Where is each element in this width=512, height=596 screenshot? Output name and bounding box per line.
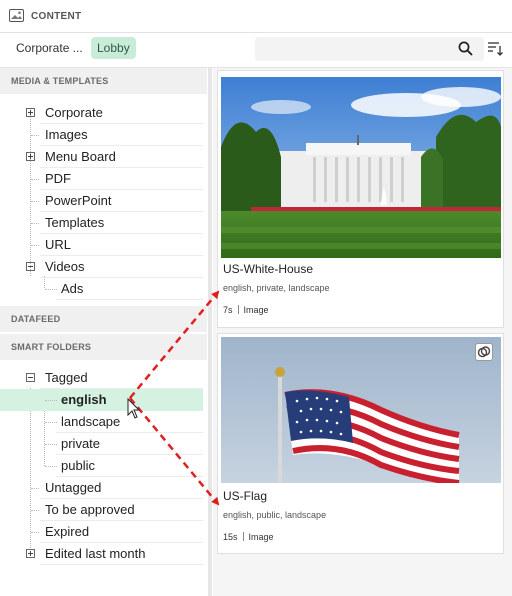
content-header: CONTENT — [0, 0, 512, 33]
section-title: MEDIA & TEMPLATES — [11, 76, 109, 86]
tree-line — [31, 510, 39, 511]
card-duration: 7s — [223, 305, 233, 315]
tree-item-landscape[interactable]: landscape — [0, 411, 203, 433]
section-datafeed[interactable]: DATAFEED — [0, 306, 207, 332]
tree-item-corporate[interactable]: Corporate — [0, 102, 203, 124]
tree-line — [45, 444, 57, 445]
card-tags: english, public, landscape — [223, 510, 327, 520]
tree-item-label: Templates — [45, 215, 105, 230]
card-title[interactable]: US-Flag — [223, 489, 267, 503]
tree-line — [45, 422, 57, 423]
folder-tabs: Corporate ... Lobby — [0, 33, 512, 68]
white-house-thumbnail — [221, 77, 501, 258]
expand-plus-icon[interactable] — [26, 549, 35, 558]
expand-plus-icon[interactable] — [26, 108, 35, 117]
tree-item-menu-board[interactable]: Menu Board — [0, 146, 203, 168]
card-type: Image — [248, 532, 274, 542]
tab-lobby[interactable]: Lobby — [91, 37, 136, 59]
tree-line — [31, 135, 39, 136]
row-divider — [40, 564, 203, 565]
section-title: SMART FOLDERS — [11, 342, 92, 352]
collapse-minus-icon[interactable] — [26, 262, 35, 271]
tree-item-label: PDF — [45, 171, 71, 186]
tree-item-label: Untagged — [45, 480, 102, 495]
tree-line — [45, 400, 57, 401]
card-tags: english, private, landscape — [223, 283, 330, 293]
tree-line — [31, 223, 39, 224]
card-meta: 15s Image — [223, 532, 274, 542]
tree-item-label: public — [61, 458, 95, 473]
tree-item-label: private — [61, 436, 101, 451]
sidebar: MEDIA & TEMPLATES Corporate Images Menu … — [0, 68, 207, 596]
tree-item-ads[interactable]: Ads — [0, 278, 203, 300]
tree-line — [31, 245, 39, 246]
tree-item-label: Menu Board — [45, 149, 116, 164]
tree-item-label: To be approved — [45, 502, 135, 517]
image-gallery-icon — [9, 9, 24, 22]
search-input[interactable] — [255, 37, 484, 61]
tree-item-images[interactable]: Images — [0, 124, 203, 146]
card-meta: 7s Image — [223, 305, 269, 315]
tree-line — [31, 179, 39, 180]
tree-item-label: Tagged — [45, 370, 88, 385]
tree-item-label: Ads — [61, 281, 84, 296]
section-smart-folders: SMART FOLDERS — [0, 334, 207, 360]
tree-line — [31, 201, 39, 202]
expand-plus-icon[interactable] — [26, 152, 35, 161]
tree-item-public[interactable]: public — [0, 455, 203, 477]
page-title: CONTENT — [31, 11, 82, 22]
meta-separator — [237, 305, 239, 314]
tree-item-label: landscape — [61, 414, 121, 429]
tree-item-label: english — [61, 392, 107, 407]
us-flag-thumbnail — [221, 337, 501, 483]
collapse-minus-icon[interactable] — [26, 373, 35, 382]
media-card-us-flag[interactable]: US-Flag english, public, landscape 15s Im… — [217, 333, 504, 554]
tree-item-label: Images — [45, 127, 88, 142]
tree-line — [45, 466, 57, 467]
tree-item-powerpoint[interactable]: PowerPoint — [0, 190, 203, 212]
sidebar-scrollbar[interactable] — [208, 68, 212, 596]
tree-item-tagged[interactable]: Tagged — [0, 367, 203, 389]
tree-item-label: Corporate — [45, 105, 103, 120]
tree-item-untagged[interactable]: Untagged — [0, 477, 203, 499]
tree-item-templates[interactable]: Templates — [0, 212, 203, 234]
card-duration: 15s — [223, 532, 238, 542]
section-title: DATAFEED — [11, 314, 61, 324]
tree-item-private[interactable]: private — [0, 433, 203, 455]
tree-item-edited-last-month[interactable]: Edited last month — [0, 543, 203, 565]
row-divider — [56, 299, 203, 300]
tree-item-url[interactable]: URL — [0, 234, 203, 256]
media-card-white-house[interactable]: US-White-House english, private, landsca… — [217, 70, 504, 328]
tree-item-label: URL — [45, 237, 72, 252]
tree-item-expired[interactable]: Expired — [0, 521, 203, 543]
linked-content-icon[interactable] — [475, 343, 493, 361]
tree-item-english[interactable]: english — [0, 389, 203, 411]
tree-line — [31, 532, 39, 533]
tree-item-label: Videos — [45, 259, 85, 274]
search-icon[interactable] — [458, 41, 473, 56]
tree-line — [31, 488, 39, 489]
tree-item-to-be-approved[interactable]: To be approved — [0, 499, 203, 521]
tree-item-pdf[interactable]: PDF — [0, 168, 203, 190]
tab-corporate[interactable]: Corporate ... — [10, 37, 89, 59]
card-type: Image — [243, 305, 269, 315]
meta-separator — [242, 532, 244, 541]
section-media-templates: MEDIA & TEMPLATES — [0, 68, 207, 94]
tree-item-label: Edited last month — [45, 546, 146, 561]
tree-item-label: PowerPoint — [45, 193, 112, 208]
tree-line — [45, 289, 57, 290]
tree-item-label: Expired — [45, 524, 90, 539]
card-title[interactable]: US-White-House — [223, 262, 313, 276]
tree-item-videos[interactable]: Videos — [0, 256, 203, 278]
sort-icon[interactable] — [487, 41, 503, 56]
